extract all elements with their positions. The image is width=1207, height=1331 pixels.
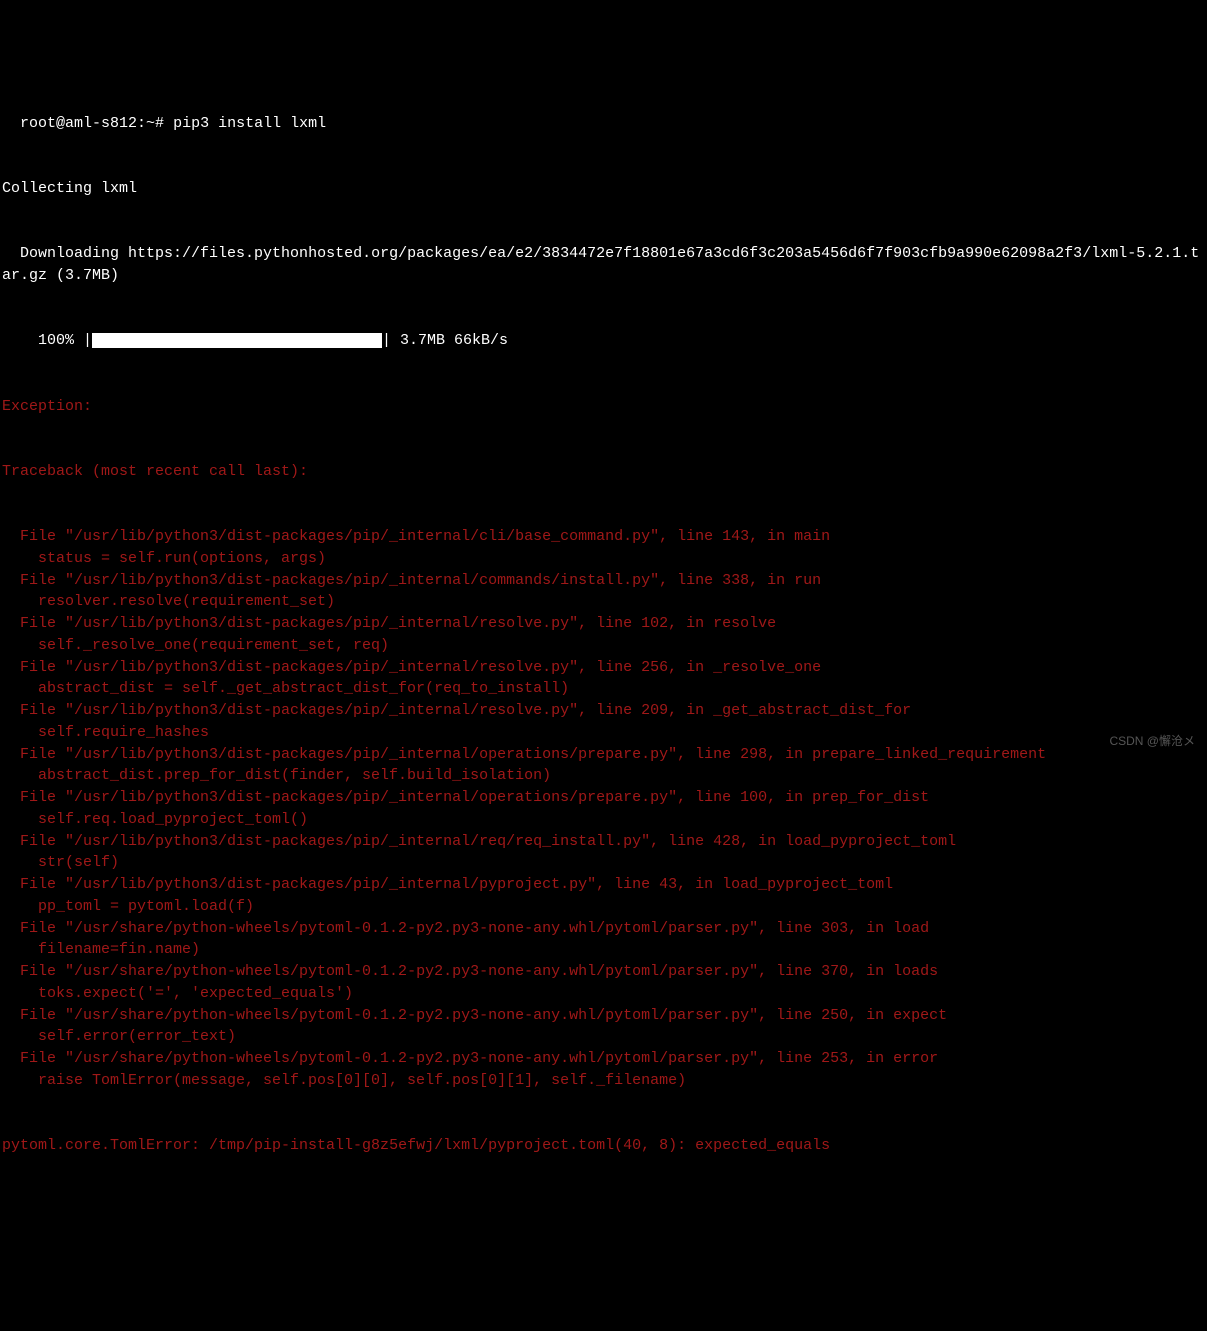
traceback-code-line: self._resolve_one(requirement_set, req) xyxy=(2,635,1205,657)
terminal-output[interactable]: root@aml-s812:~# pip3 install lxml Colle… xyxy=(2,91,1205,1179)
traceback-file-line: File "/usr/lib/python3/dist-packages/pip… xyxy=(2,874,1205,896)
traceback-code-line: raise TomlError(message, self.pos[0][0],… xyxy=(2,1070,1205,1092)
traceback-code-line: str(self) xyxy=(2,852,1205,874)
traceback-file-line: File "/usr/lib/python3/dist-packages/pip… xyxy=(2,831,1205,853)
traceback-code-line: self.req.load_pyproject_toml() xyxy=(2,809,1205,831)
traceback-code-line: toks.expect('=', 'expected_equals') xyxy=(2,983,1205,1005)
traceback-file-line: File "/usr/lib/python3/dist-packages/pip… xyxy=(2,526,1205,548)
final-error: pytoml.core.TomlError: /tmp/pip-install-… xyxy=(2,1135,1205,1157)
traceback-code-line: pp_toml = pytoml.load(f) xyxy=(2,896,1205,918)
traceback-frames: File "/usr/lib/python3/dist-packages/pip… xyxy=(2,526,1205,1092)
traceback-code-line: abstract_dist.prep_for_dist(finder, self… xyxy=(2,765,1205,787)
traceback-file-line: File "/usr/lib/python3/dist-packages/pip… xyxy=(2,700,1205,722)
traceback-file-line: File "/usr/lib/python3/dist-packages/pip… xyxy=(2,787,1205,809)
downloading-line: Downloading https://files.pythonhosted.o… xyxy=(2,243,1205,287)
traceback-code-line: filename=fin.name) xyxy=(2,939,1205,961)
traceback-code-line: self.require_hashes xyxy=(2,722,1205,744)
traceback-code-line: status = self.run(options, args) xyxy=(2,548,1205,570)
traceback-file-line: File "/usr/share/python-wheels/pytoml-0.… xyxy=(2,1048,1205,1070)
traceback-file-line: File "/usr/lib/python3/dist-packages/pip… xyxy=(2,570,1205,592)
traceback-file-line: File "/usr/share/python-wheels/pytoml-0.… xyxy=(2,918,1205,940)
traceback-code-line: resolver.resolve(requirement_set) xyxy=(2,591,1205,613)
collecting-line: Collecting lxml xyxy=(2,178,1205,200)
traceback-file-line: File "/usr/lib/python3/dist-packages/pip… xyxy=(2,613,1205,635)
progress-line: 100% || 3.7MB 66kB/s xyxy=(2,330,1205,352)
traceback-file-line: File "/usr/share/python-wheels/pytoml-0.… xyxy=(2,961,1205,983)
watermark: CSDN @懈沧メ xyxy=(1109,733,1195,750)
progress-bar xyxy=(92,333,382,348)
traceback-code-line: abstract_dist = self._get_abstract_dist_… xyxy=(2,678,1205,700)
traceback-file-line: File "/usr/lib/python3/dist-packages/pip… xyxy=(2,744,1205,766)
traceback-file-line: File "/usr/share/python-wheels/pytoml-0.… xyxy=(2,1005,1205,1027)
traceback-file-line: File "/usr/lib/python3/dist-packages/pip… xyxy=(2,657,1205,679)
traceback-code-line: self.error(error_text) xyxy=(2,1026,1205,1048)
shell-prompt: root@aml-s812:~# pip3 install lxml xyxy=(20,115,326,132)
traceback-label: Traceback (most recent call last): xyxy=(2,461,1205,483)
exception-label: Exception: xyxy=(2,396,1205,418)
